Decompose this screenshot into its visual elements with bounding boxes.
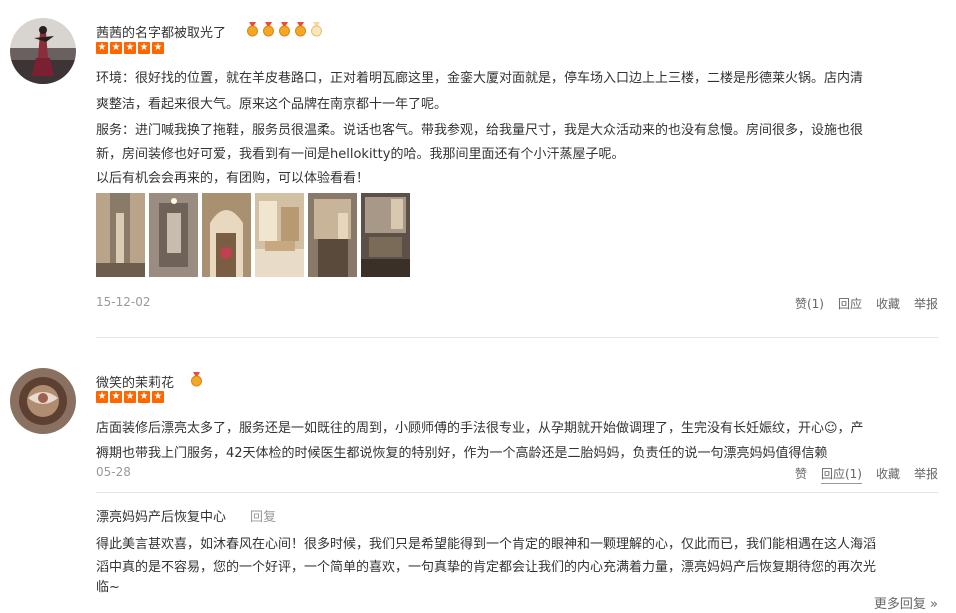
report-button[interactable]: 举报 [914,465,938,484]
merchant-reply-button[interactable]: 回复 [250,506,276,525]
medal-icon [247,22,258,37]
medal-icon [191,372,202,387]
review-text-line: 环境：很好找的位置，就在羊皮巷路口，正对着明瓦廊这里，金銮大厦对面就是，停车场入… [96,71,864,86]
avatar[interactable] [10,18,76,84]
star-icon: ★ [124,391,136,403]
respond-button[interactable]: 回应 [838,295,862,312]
star-icon: ★ [110,42,122,54]
review-text-line: 爽整洁，看起来很大气。原来这个品牌在南京都十一年了呢。 [96,97,448,112]
star-icon: ★ [152,391,164,403]
like-button[interactable]: 赞 [795,465,807,484]
rating-stars: ★ ★ ★ ★ ★ [96,391,164,403]
username[interactable]: 茜茜的名字都被取光了 [96,22,226,41]
merchant-name[interactable]: 漂亮妈妈产后恢复中心 [96,506,226,525]
review-photo[interactable] [96,193,145,277]
review-text-line: 店面装修后漂亮太多了，服务还是一如既往的周到，小顾师傅的手法很专业，从孕期就开始… [96,421,864,436]
medal-icon [263,22,274,37]
medal-icon [279,22,290,37]
star-icon: ★ [138,391,150,403]
review-date: 05-28 [96,465,131,479]
star-icon: ★ [96,391,108,403]
user-level-medals [190,372,203,387]
more-replies-link[interactable]: 更多回复 » [874,593,938,612]
review-text-line: 褥期也带我上门服务，42天体检的时候医生都说恢复的特别好，作为一个高龄还是二胎妈… [96,446,828,461]
star-icon: ★ [124,42,136,54]
review-photo[interactable] [308,193,357,277]
review-photo[interactable] [361,193,410,277]
reply-divider [96,492,938,493]
report-button[interactable]: 举报 [914,295,938,312]
avatar-image [10,18,76,84]
review-actions: 赞(1) 回应 收藏 举报 [795,295,938,312]
merchant-reply-text-line: 滔中真的是不容易，您的一个好评，一个简单的喜欢，一句真挚的肯定都会让我们的内心充… [96,560,877,575]
favorite-button[interactable]: 收藏 [876,465,900,484]
medal-icon [311,22,322,37]
avatar-image [10,368,76,434]
like-button[interactable]: 赞(1) [795,295,824,312]
respond-button[interactable]: 回应(1) [820,465,862,484]
review-text-line: 服务：进门喊我换了拖鞋，服务员很温柔。说话也客气。带我参观，给我量尺寸，我是大众… [96,123,864,138]
user-level-medals [246,22,323,37]
review-photos [96,193,410,277]
review-divider [96,337,938,338]
medal-icon [295,22,306,37]
review-photo[interactable] [149,193,198,277]
merchant-reply-text-line: 得此美言甚欢喜，如沐春风在心间！很多时候，我们只是希望能得到一个肯定的眼神和一颗… [96,537,877,552]
favorite-button[interactable]: 收藏 [876,295,900,312]
star-icon: ★ [152,42,164,54]
review-text-line: 以后有机会会再来的，有团购，可以体验看看！ [96,171,370,186]
username[interactable]: 微笑的茉莉花 [96,372,174,391]
review-date: 15-12-02 [96,295,151,309]
star-icon: ★ [96,42,108,54]
star-icon: ★ [110,391,122,403]
avatar[interactable] [10,368,76,434]
review-actions: 赞 回应(1) 收藏 举报 [795,465,938,484]
review-photo[interactable] [202,193,251,277]
merchant-reply-text-line: 临~ [96,580,120,595]
review-photo[interactable] [255,193,304,277]
star-icon: ★ [138,42,150,54]
rating-stars: ★ ★ ★ ★ ★ [96,42,164,54]
review-text-line: 新，房间装修也好可爱，我看到有一间是hellokitty的哈。我那间里面还有个小… [96,147,625,162]
